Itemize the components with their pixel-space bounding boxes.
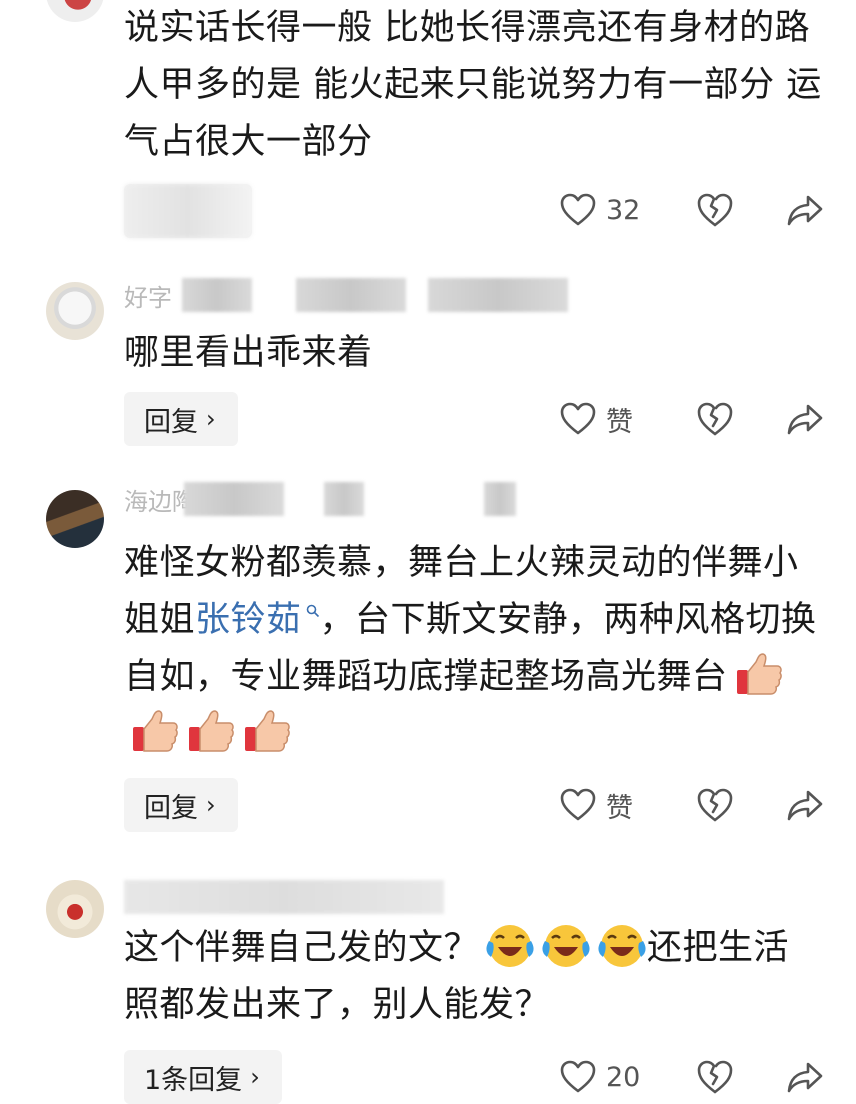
chevron-right-icon: › [250, 1063, 260, 1091]
comment-actions: 赞 [560, 778, 830, 832]
like-button[interactable]: 20 [560, 1060, 690, 1094]
author-meta: 好字 [124, 278, 568, 312]
comment-text: 哪里看出乖来着 [124, 333, 373, 373]
reply-button[interactable]: 回复 › [124, 778, 238, 832]
author-meta: 海边陶醉着 [124, 482, 516, 516]
blurred-meta [428, 278, 568, 312]
comment-actions: 20 [560, 1050, 830, 1104]
crying-laughing-emoji [598, 925, 646, 967]
avatar[interactable] [46, 0, 104, 22]
avatar[interactable] [46, 282, 104, 340]
thumbs-up-emoji [736, 653, 782, 695]
avatar[interactable] [46, 880, 104, 938]
blurred-meta [324, 482, 364, 516]
thumbs-up-emoji [189, 710, 234, 752]
reply-label-blurred [124, 184, 252, 238]
like-label: 赞 [606, 406, 633, 438]
blurred-meta [184, 482, 284, 516]
crying-laughing-emoji [542, 925, 590, 967]
like-count: 32 [606, 194, 641, 226]
share-arrow-icon[interactable] [786, 193, 824, 227]
share-arrow-icon[interactable] [786, 1060, 824, 1094]
chevron-right-icon: › [206, 791, 216, 819]
comment-actions: 32 [560, 183, 830, 237]
broken-heart-icon[interactable] [696, 401, 734, 437]
like-button[interactable]: 赞 [560, 786, 690, 825]
blurred-meta [124, 880, 444, 914]
like-button[interactable]: 赞 [560, 400, 690, 439]
crying-laughing-emoji [486, 925, 534, 967]
reply-button[interactable]: 回复 › [124, 392, 238, 446]
broken-heart-icon[interactable] [696, 192, 734, 228]
reply-button[interactable] [124, 184, 252, 238]
avatar[interactable] [46, 490, 104, 548]
heart-outline-icon [560, 193, 596, 226]
blurred-meta [484, 482, 516, 516]
broken-heart-icon[interactable] [696, 1059, 734, 1095]
chevron-right-icon: › [206, 405, 216, 433]
thumbs-up-emoji [245, 710, 290, 752]
mention-link[interactable]: 张铃茹 [195, 600, 302, 640]
comment-text: 这个伴舞自己发的文？ 还把生活照都发出来了，别人能发？ [124, 920, 824, 1034]
share-arrow-icon[interactable] [786, 402, 824, 436]
laugh-emoji-row [479, 925, 647, 968]
comment-text: 说实话长得一般 比她长得漂亮还有身材的路人甲多的是 能火起来只能说努力有一部分 … [124, 8, 822, 162]
blurred-meta [182, 278, 252, 312]
like-button[interactable]: 32 [560, 193, 690, 227]
like-count: 20 [606, 1061, 641, 1093]
blurred-meta [296, 278, 406, 312]
share-arrow-icon[interactable] [786, 788, 824, 822]
heart-outline-icon [560, 1060, 596, 1093]
thumbs-up-emoji [133, 710, 178, 752]
reply-button[interactable]: 1条回复 › [124, 1050, 282, 1104]
comment-text: 难怪女粉都羡慕，舞台上火辣灵动的伴舞小姐姐张铃茹 ，台下斯文安静，两种风格切换自如… [124, 535, 824, 763]
broken-heart-icon[interactable] [696, 787, 734, 823]
like-label: 赞 [606, 792, 633, 824]
heart-outline-icon [560, 788, 596, 821]
comment-actions: 赞 [560, 392, 830, 446]
author-meta [124, 880, 444, 914]
search-icon[interactable] [306, 604, 320, 618]
heart-outline-icon [560, 402, 596, 435]
